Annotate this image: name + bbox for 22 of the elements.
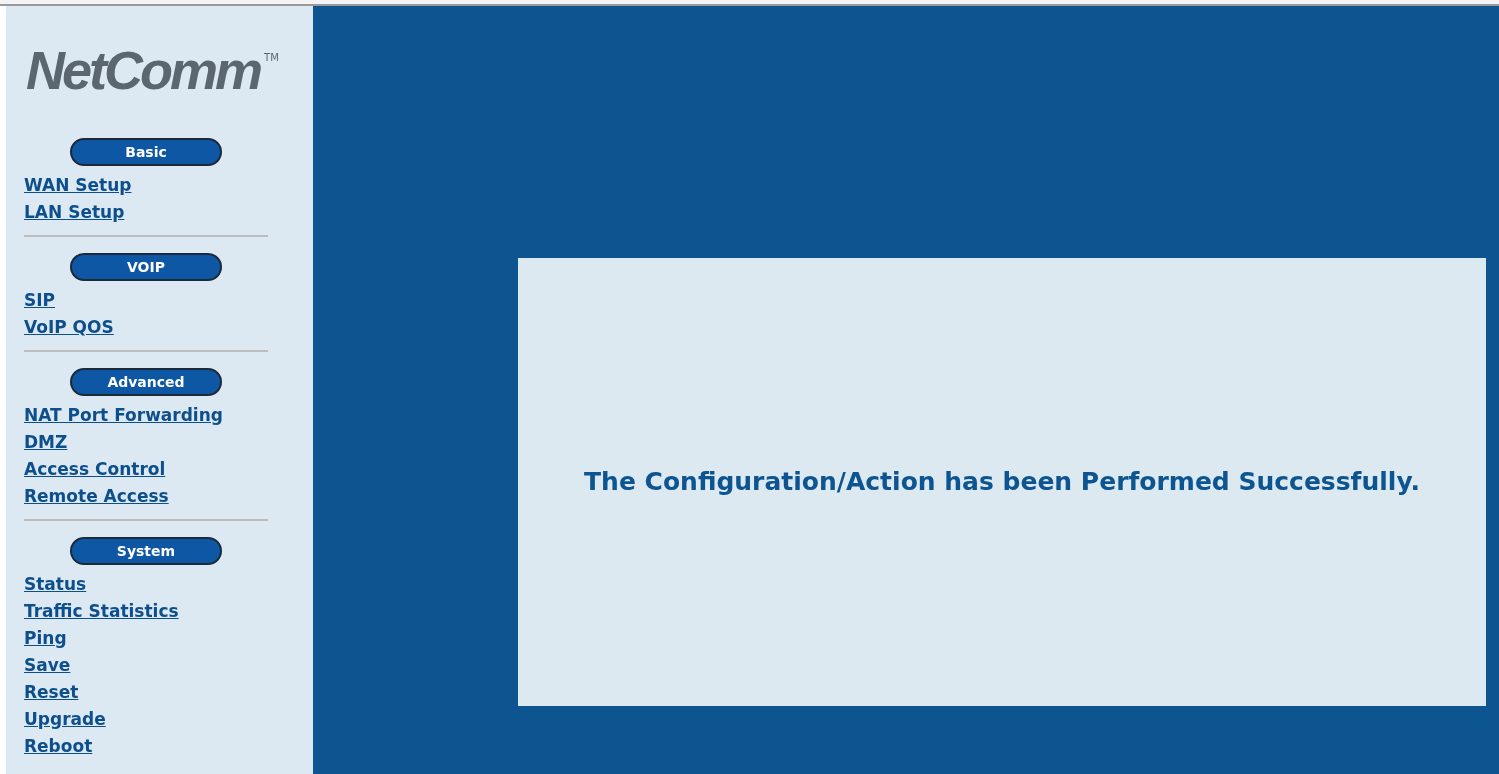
nav-link[interactable]: Ping — [24, 626, 67, 649]
section-header: Advanced — [70, 368, 222, 396]
success-message: The Configuration/Action has been Performed Successfully. — [584, 466, 1420, 499]
nav-link[interactable]: DMZ — [24, 430, 68, 453]
logo-wordmark: NetComm — [26, 40, 261, 100]
nav-link[interactable]: NAT Port Forwarding — [24, 403, 223, 426]
nav-link[interactable]: SIP — [24, 288, 56, 311]
nav-link[interactable]: LAN Setup — [24, 200, 125, 223]
nav-link[interactable]: VoIP QOS — [24, 315, 114, 338]
nav-link[interactable]: Reset — [24, 680, 79, 703]
nav-link[interactable]: Upgrade — [24, 707, 106, 730]
section-header: Basic — [70, 138, 222, 166]
trademark-mark: TM — [264, 51, 279, 65]
nav-link[interactable]: Access Control — [24, 457, 166, 480]
nav-link[interactable]: Remote Access — [24, 484, 169, 507]
nav-link[interactable]: Status — [24, 572, 87, 595]
nav-link[interactable]: WAN Setup — [24, 173, 132, 196]
section-header: System — [70, 537, 222, 565]
nav-link[interactable]: Reboot — [24, 734, 93, 757]
nav-link[interactable]: Traffic Statistics — [24, 599, 179, 622]
section-header: VOIP — [70, 253, 222, 281]
nav-link[interactable]: Save — [24, 653, 71, 676]
